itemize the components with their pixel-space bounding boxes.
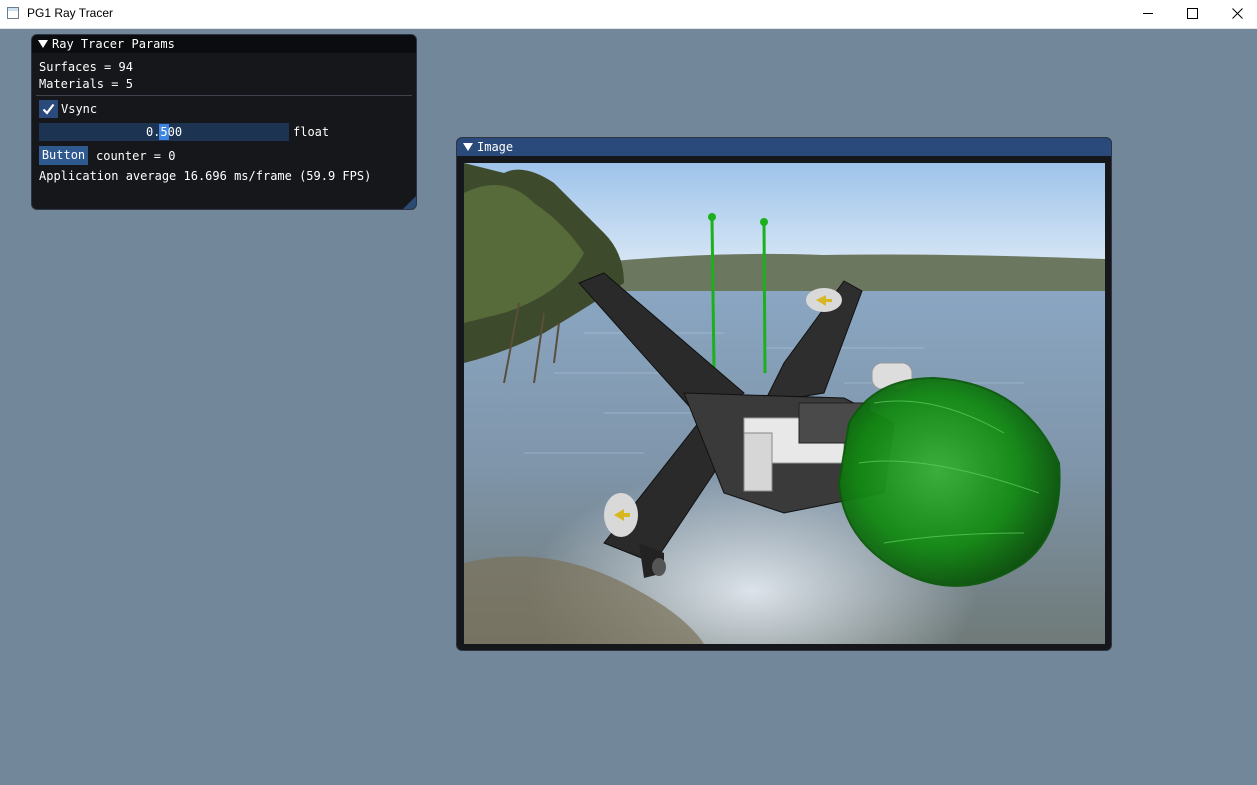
image-window: Image bbox=[456, 137, 1112, 651]
params-window-title: Ray Tracer Params bbox=[52, 37, 175, 51]
app-icon bbox=[7, 7, 19, 19]
image-window-title: Image bbox=[477, 140, 514, 154]
counter-text: counter = 0 bbox=[96, 149, 176, 163]
slider-value: 0.500 bbox=[145, 125, 183, 139]
fps-text: Application average 16.696 ms/frame (59.… bbox=[39, 169, 372, 183]
params-window: Ray Tracer Params Surfaces = 94 Material… bbox=[31, 34, 417, 210]
app-title: PG1 Ray Tracer bbox=[27, 6, 114, 20]
counter-button[interactable]: Button bbox=[39, 146, 88, 165]
collapse-arrow-icon[interactable] bbox=[463, 143, 473, 151]
float-slider[interactable]: 0.500 bbox=[39, 123, 289, 141]
close-icon bbox=[1232, 8, 1243, 19]
vsync-checkbox[interactable] bbox=[39, 100, 58, 118]
rendered-image bbox=[464, 163, 1105, 644]
vsync-label: Vsync bbox=[61, 102, 98, 116]
slider-label: float bbox=[293, 125, 330, 139]
params-window-header[interactable]: Ray Tracer Params bbox=[32, 35, 416, 53]
collapse-arrow-icon[interactable] bbox=[38, 40, 48, 48]
maximize-button[interactable] bbox=[1169, 0, 1215, 28]
resize-grip-icon[interactable] bbox=[403, 196, 416, 209]
window-titlebar: PG1 Ray Tracer bbox=[0, 0, 1257, 29]
materials-count: Materials = 5 bbox=[39, 77, 133, 91]
separator bbox=[36, 95, 412, 96]
image-window-header[interactable]: Image bbox=[457, 138, 1111, 156]
surfaces-count: Surfaces = 94 bbox=[39, 60, 133, 74]
close-button[interactable] bbox=[1214, 0, 1257, 28]
checkmark-icon bbox=[42, 103, 55, 115]
minimize-button[interactable] bbox=[1125, 0, 1171, 28]
